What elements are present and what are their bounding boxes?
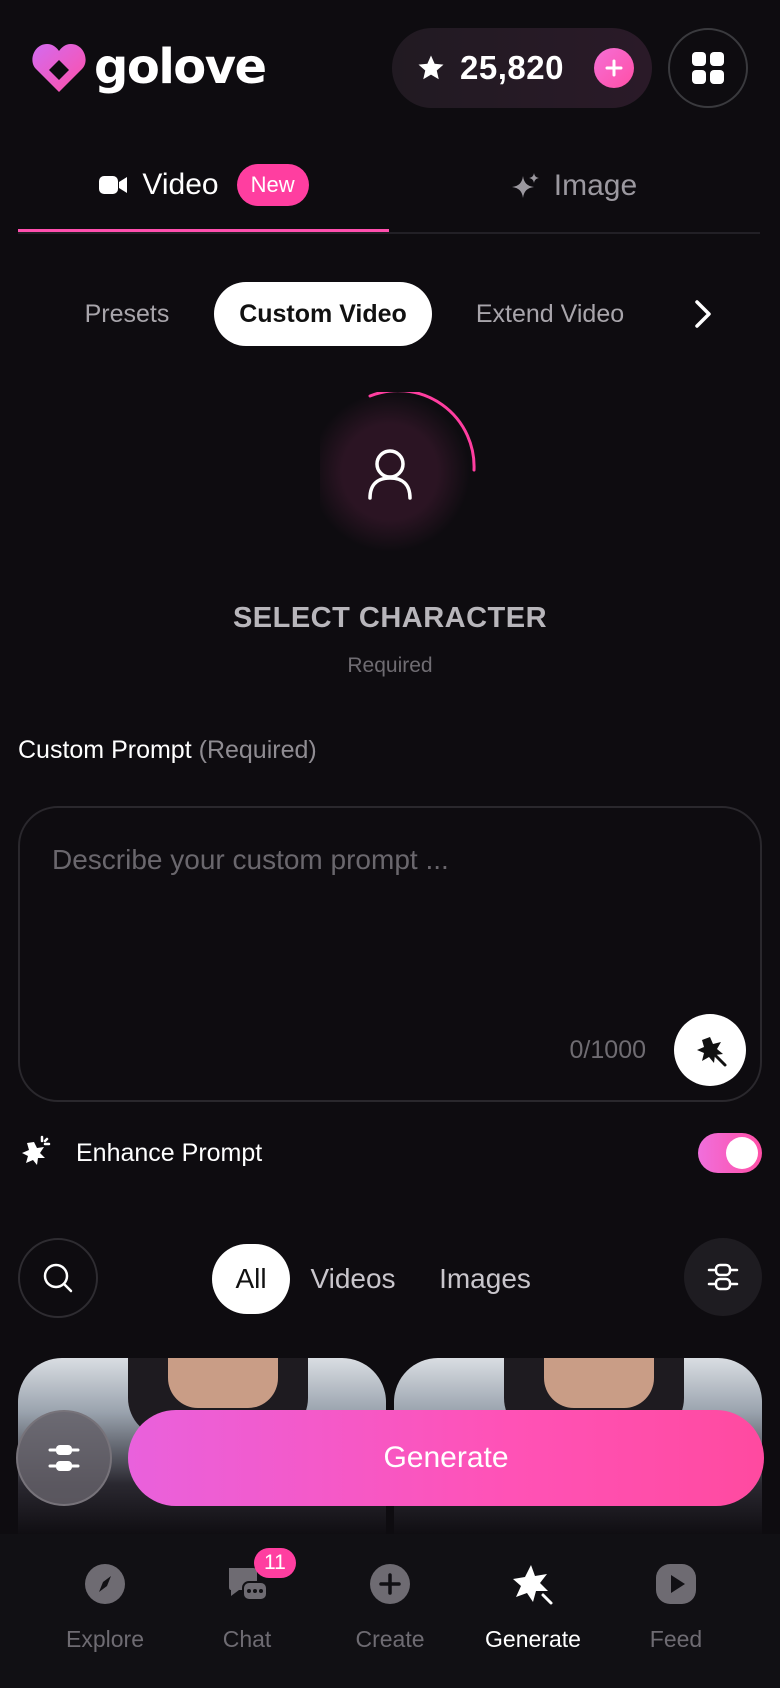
thumbnail-face xyxy=(544,1358,654,1408)
filter-all[interactable]: All xyxy=(212,1244,290,1314)
enhance-prompt-toggle[interactable] xyxy=(698,1133,762,1173)
character-counter: 0/1000 xyxy=(569,1036,646,1064)
play-icon xyxy=(654,1562,698,1606)
tab-video[interactable]: Video New xyxy=(18,140,389,232)
credits-amount: 25,820 xyxy=(460,49,564,86)
filter-videos[interactable]: Videos xyxy=(306,1244,400,1314)
toggle-knob xyxy=(726,1137,758,1169)
app-header: golove 25,820 xyxy=(0,0,780,136)
credits-pill[interactable]: 25,820 xyxy=(392,28,652,108)
magic-sparkle-icon xyxy=(22,1135,51,1165)
logo[interactable]: golove xyxy=(30,38,267,96)
plus-icon xyxy=(605,59,623,77)
new-badge: New xyxy=(236,163,309,206)
generate-button[interactable]: Generate xyxy=(128,1410,764,1506)
chat-unread-badge: 11 xyxy=(254,1548,296,1578)
video-camera-icon xyxy=(98,174,128,196)
apps-menu-button[interactable] xyxy=(668,28,748,108)
nav-explore[interactable]: Explore xyxy=(40,1562,170,1653)
compass-icon xyxy=(83,1562,127,1606)
tab-image[interactable]: Image xyxy=(389,140,760,232)
bottom-navigation: Explore 11 Chat Create Generate Feed xyxy=(0,1534,780,1688)
star-icon xyxy=(418,55,444,80)
sliders-icon xyxy=(48,1445,80,1471)
sparkle-icon xyxy=(511,172,540,200)
filter-settings-button[interactable] xyxy=(684,1238,762,1316)
enhance-prompt-label: Enhance Prompt xyxy=(76,1138,263,1167)
golove-logo-icon xyxy=(32,44,86,92)
magic-wand-icon xyxy=(697,1037,727,1067)
grid-icon xyxy=(692,52,724,84)
enhance-prompt-row: Enhance Prompt xyxy=(18,1130,762,1176)
media-type-tabs: Video New Image xyxy=(18,140,760,234)
thumbnail-face xyxy=(168,1358,278,1408)
plus-circle-icon xyxy=(368,1562,412,1606)
select-character-title: SELECT CHARACTER xyxy=(232,602,548,634)
brand-name: golove xyxy=(94,39,267,95)
sliders-icon xyxy=(707,1263,739,1291)
nav-generate-label: Generate xyxy=(485,1626,581,1652)
filter-images[interactable]: Images xyxy=(432,1244,538,1314)
tab-image-label: Image xyxy=(553,169,638,202)
tab-extend-video[interactable]: Extend Video xyxy=(466,282,634,346)
nav-create-label: Create xyxy=(355,1626,425,1652)
custom-prompt-box: 0/1000 xyxy=(18,806,762,1102)
nav-feed[interactable]: Feed xyxy=(611,1562,741,1653)
generation-settings-button[interactable] xyxy=(16,1410,112,1506)
magic-enhance-button[interactable] xyxy=(674,1014,746,1086)
custom-prompt-input[interactable] xyxy=(52,844,732,876)
custom-prompt-required: (Required) xyxy=(198,736,317,764)
tab-video-label: Video xyxy=(142,167,219,201)
nav-create[interactable]: Create xyxy=(325,1562,455,1653)
search-icon xyxy=(43,1263,73,1293)
search-button[interactable] xyxy=(18,1238,98,1318)
sparkle-icon xyxy=(511,1562,555,1606)
custom-prompt-label: Custom Prompt (Required) xyxy=(18,736,317,765)
nav-explore-label: Explore xyxy=(66,1626,144,1652)
select-character-button[interactable] xyxy=(320,392,480,552)
nav-chat-label: Chat xyxy=(222,1626,272,1652)
nav-chat[interactable]: 11 Chat xyxy=(182,1548,312,1653)
select-character-required: Required xyxy=(347,654,433,677)
nav-generate[interactable]: Generate xyxy=(468,1562,598,1653)
tab-presets[interactable]: Presets xyxy=(72,282,182,346)
video-mode-tabs: Presets Custom Video Extend Video xyxy=(0,282,780,346)
tab-custom-video[interactable]: Custom Video xyxy=(214,282,432,346)
add-credits-button[interactable] xyxy=(594,48,634,88)
chevron-right-icon[interactable] xyxy=(690,296,716,332)
nav-feed-label: Feed xyxy=(649,1626,703,1652)
custom-prompt-title: Custom Prompt xyxy=(18,736,192,764)
